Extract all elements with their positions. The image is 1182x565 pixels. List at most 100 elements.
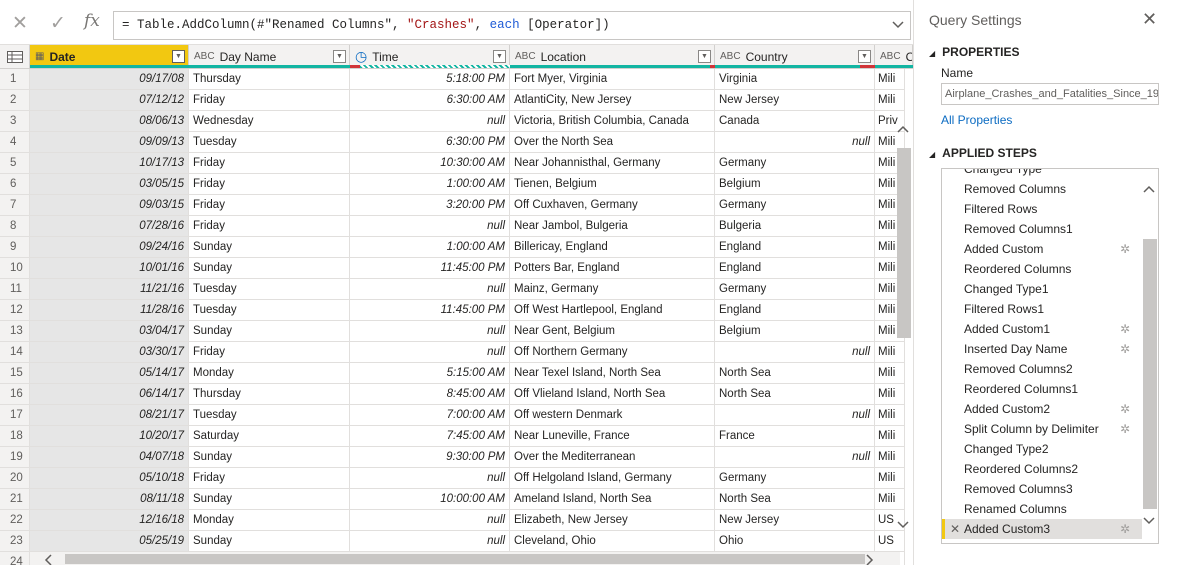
table-row[interactable]: 19 04/07/18 Sunday 9:30:00 PM Over the Medit… xyxy=(0,447,913,468)
cell-date[interactable]: 04/07/18 xyxy=(30,447,189,468)
cell-time[interactable]: 1:00:00 AM xyxy=(350,237,510,258)
cell-operator[interactable]: US xyxy=(875,531,905,552)
cell-day-name[interactable]: Sunday xyxy=(189,258,350,279)
cell-operator[interactable]: Mili xyxy=(875,363,905,384)
cell-date[interactable]: 10/20/17 xyxy=(30,426,189,447)
cell-location[interactable]: Over the North Sea xyxy=(510,132,715,153)
row-number[interactable]: 16 xyxy=(0,384,30,405)
cell-date[interactable]: 05/10/18 xyxy=(30,468,189,489)
cell-location[interactable]: AtlantiCity, New Jersey xyxy=(510,90,715,111)
scroll-left-icon[interactable] xyxy=(44,554,52,565)
cell-day-name[interactable]: Sunday xyxy=(189,321,350,342)
column-header-time[interactable]: ◷ Time ▼ xyxy=(350,45,510,69)
table-row[interactable]: 8 07/28/16 Friday null Near Jambol, Bulgeria… xyxy=(0,216,913,237)
cell-date[interactable]: 08/06/13 xyxy=(30,111,189,132)
cell-country[interactable]: North Sea xyxy=(715,489,875,510)
cell-location[interactable]: Tienen, Belgium xyxy=(510,174,715,195)
cell-day-name[interactable]: Tuesday xyxy=(189,300,350,321)
expand-formula-icon[interactable] xyxy=(892,18,904,30)
cell-operator[interactable]: Mili xyxy=(875,69,905,90)
cell-day-name[interactable]: Sunday xyxy=(189,237,350,258)
cell-country[interactable]: Ohio xyxy=(715,531,875,552)
cell-country[interactable]: England xyxy=(715,237,875,258)
applied-step[interactable]: Added Custom2 ✲ xyxy=(942,399,1142,419)
cell-country[interactable]: England xyxy=(715,258,875,279)
applied-step[interactable]: Split Column by Delimiter ✲ xyxy=(942,419,1142,439)
cell-country[interactable]: England xyxy=(715,300,875,321)
applied-step[interactable]: Reordered Columns1 xyxy=(942,379,1142,399)
row-number[interactable]: 19 xyxy=(0,447,30,468)
cell-time[interactable]: null xyxy=(350,510,510,531)
cell-time[interactable]: 7:00:00 AM xyxy=(350,405,510,426)
row-number[interactable]: 23 xyxy=(0,531,30,552)
cell-day-name[interactable]: Tuesday xyxy=(189,279,350,300)
cell-date[interactable]: 09/03/15 xyxy=(30,195,189,216)
cell-day-name[interactable]: Friday xyxy=(189,342,350,363)
table-row[interactable]: 9 09/24/16 Sunday 1:00:00 AM Billericay, Eng… xyxy=(0,237,913,258)
gear-icon[interactable]: ✲ xyxy=(1120,319,1130,339)
cell-time[interactable]: 5:18:00 PM xyxy=(350,69,510,90)
cell-location[interactable]: Off western Denmark xyxy=(510,405,715,426)
cell-day-name[interactable]: Tuesday xyxy=(189,405,350,426)
applied-step[interactable]: Renamed Columns xyxy=(942,499,1142,519)
row-number[interactable]: 13 xyxy=(0,321,30,342)
collapse-triangle-icon[interactable]: ◢ xyxy=(929,150,935,159)
table-row[interactable]: 12 11/28/16 Tuesday 11:45:00 PM Off West Har… xyxy=(0,300,913,321)
scroll-right-icon[interactable] xyxy=(866,554,874,565)
cell-location[interactable]: Off Cuxhaven, Germany xyxy=(510,195,715,216)
cell-time[interactable]: null xyxy=(350,216,510,237)
cell-date[interactable]: 09/24/16 xyxy=(30,237,189,258)
cell-time[interactable]: 11:45:00 PM xyxy=(350,258,510,279)
cell-date[interactable]: 08/11/18 xyxy=(30,489,189,510)
cell-country[interactable]: Belgium xyxy=(715,174,875,195)
cell-location[interactable]: Elizabeth, New Jersey xyxy=(510,510,715,531)
cell-country[interactable]: France xyxy=(715,426,875,447)
cell-day-name[interactable]: Monday xyxy=(189,510,350,531)
cell-date[interactable]: 11/28/16 xyxy=(30,300,189,321)
cell-time[interactable]: 3:20:00 PM xyxy=(350,195,510,216)
table-row[interactable]: 16 06/14/17 Thursday 8:45:00 AM Off Vlieland… xyxy=(0,384,913,405)
cell-time[interactable]: 10:30:00 AM xyxy=(350,153,510,174)
cell-location[interactable]: Mainz, Germany xyxy=(510,279,715,300)
applied-step[interactable]: Inserted Day Name ✲ xyxy=(942,339,1142,359)
column-header-country[interactable]: ABC Country ▼ xyxy=(715,45,875,69)
table-row[interactable]: 21 08/11/18 Sunday 10:00:00 AM Ameland Islan… xyxy=(0,489,913,510)
cell-date[interactable]: 07/12/12 xyxy=(30,90,189,111)
table-row[interactable]: 11 11/21/16 Tuesday null Mainz, Germany Germa… xyxy=(0,279,913,300)
table-row[interactable]: 2 07/12/12 Friday 6:30:00 AM AtlantiCity, Ne… xyxy=(0,90,913,111)
cell-location[interactable]: Cleveland, Ohio xyxy=(510,531,715,552)
table-row[interactable]: 23 05/25/19 Sunday null Cleveland, Ohio Ohio U… xyxy=(0,531,913,552)
row-number[interactable]: 22 xyxy=(0,510,30,531)
cell-day-name[interactable]: Thursday xyxy=(189,384,350,405)
cell-location[interactable]: Off West Hartlepool, England xyxy=(510,300,715,321)
scroll-down-icon[interactable] xyxy=(897,521,909,529)
cell-time[interactable]: 11:45:00 PM xyxy=(350,300,510,321)
cell-location[interactable]: Off Northern Germany xyxy=(510,342,715,363)
cell-location[interactable]: Near Johannisthal, Germany xyxy=(510,153,715,174)
cell-operator[interactable]: Mili xyxy=(875,405,905,426)
cell-time[interactable]: null xyxy=(350,531,510,552)
cell-operator[interactable]: Mili xyxy=(875,447,905,468)
column-header-date[interactable]: ▦ Date ▼ xyxy=(30,45,189,69)
cell-country[interactable]: null xyxy=(715,405,875,426)
cell-location[interactable]: Ameland Island, North Sea xyxy=(510,489,715,510)
row-number[interactable]: 21 xyxy=(0,489,30,510)
cell-day-name[interactable]: Friday xyxy=(189,468,350,489)
cell-operator[interactable]: Mili xyxy=(875,342,905,363)
table-row[interactable]: 17 08/21/17 Tuesday 7:00:00 AM Off western D… xyxy=(0,405,913,426)
applied-step[interactable]: ✕ Added Custom3 ✲ xyxy=(942,519,1142,539)
cell-location[interactable]: Near Texel Island, North Sea xyxy=(510,363,715,384)
row-number[interactable]: 12 xyxy=(0,300,30,321)
cell-country[interactable]: Canada xyxy=(715,111,875,132)
row-number[interactable]: 24 xyxy=(0,552,30,565)
cell-country[interactable]: Germany xyxy=(715,468,875,489)
query-name-input[interactable]: Airplane_Crashes_and_Fatalities_Since_19 xyxy=(941,83,1159,105)
cell-country[interactable]: Belgium xyxy=(715,321,875,342)
cell-day-name[interactable]: Saturday xyxy=(189,426,350,447)
all-properties-link[interactable]: All Properties xyxy=(941,113,1012,127)
cell-time[interactable]: null xyxy=(350,111,510,132)
steps-scrollbar-thumb[interactable] xyxy=(1143,239,1157,509)
table-row[interactable]: 5 10/17/13 Friday 10:30:00 AM Near Johannist… xyxy=(0,153,913,174)
row-number[interactable]: 20 xyxy=(0,468,30,489)
cell-date[interactable]: 07/28/16 xyxy=(30,216,189,237)
